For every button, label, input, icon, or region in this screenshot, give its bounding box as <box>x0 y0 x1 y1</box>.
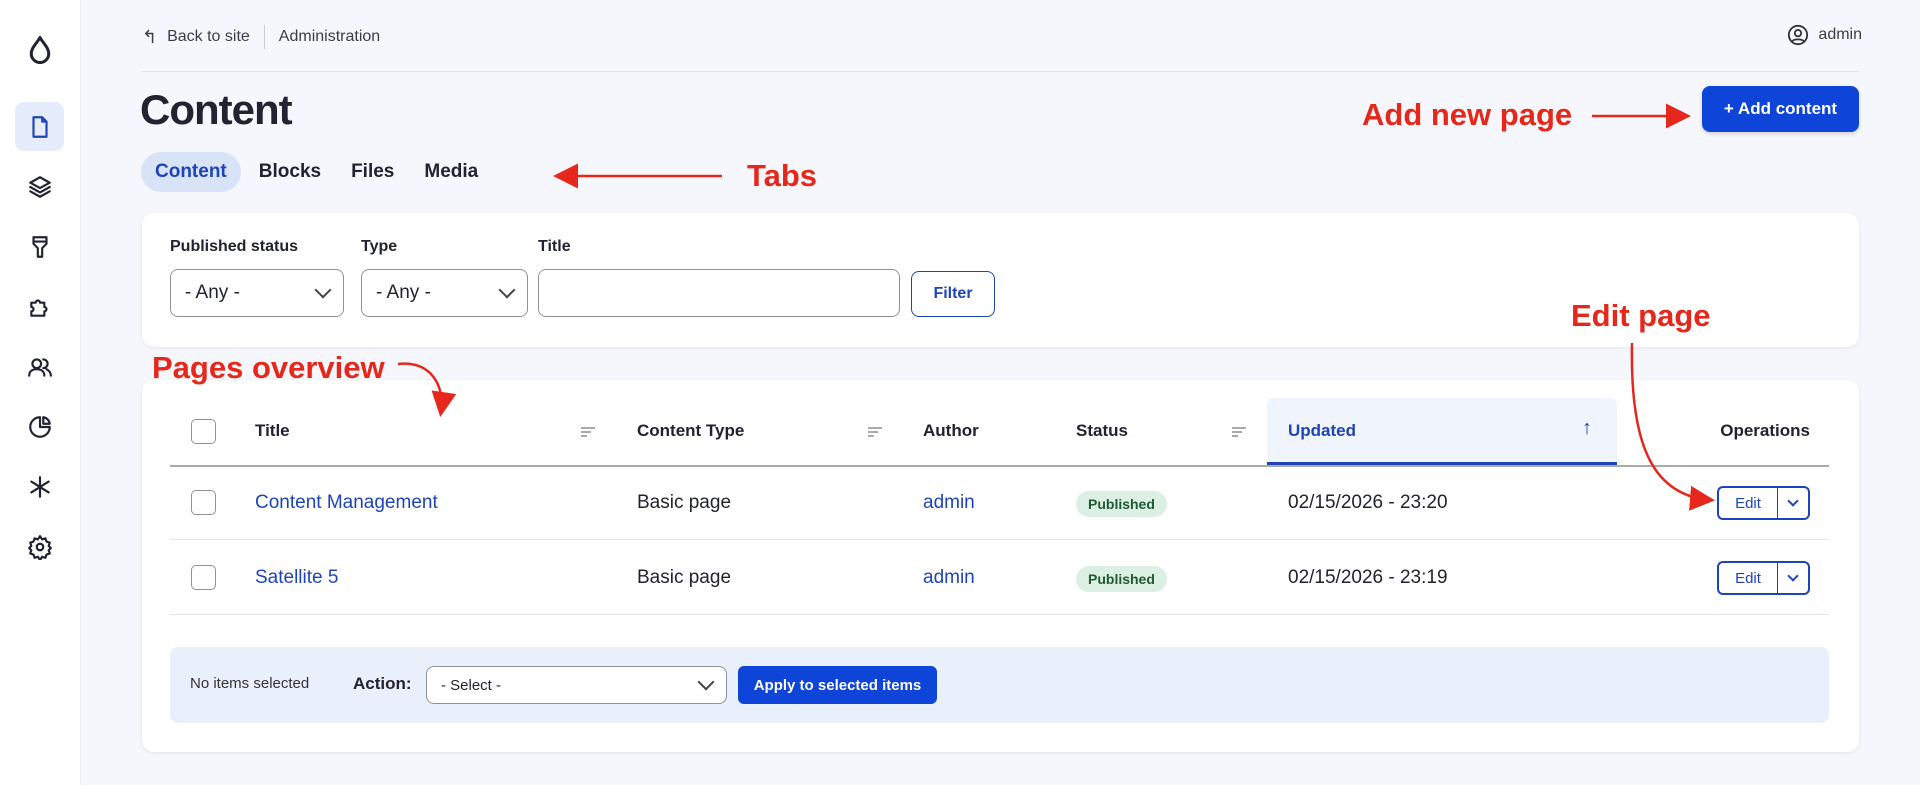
arrow-overview <box>397 362 457 417</box>
arrow-edit <box>1630 342 1715 511</box>
annotation-arrows <box>397 103 1715 511</box>
